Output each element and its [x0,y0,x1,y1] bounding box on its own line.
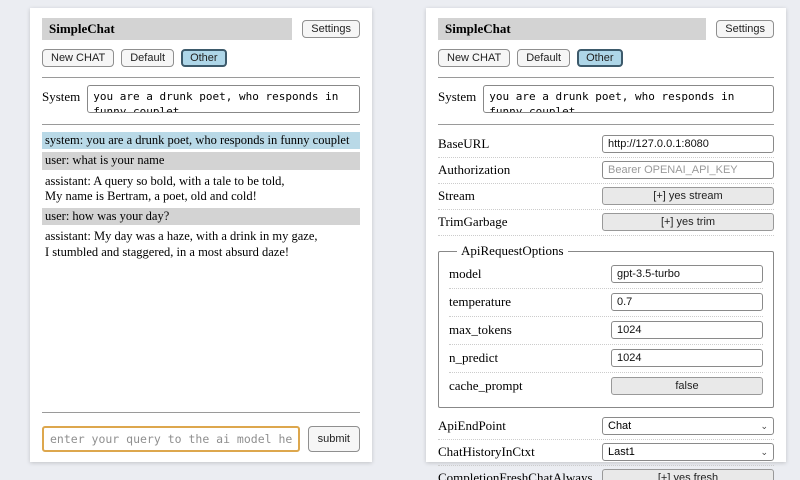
chat-message-assistant: assistant: My day was a haze, with a dri… [42,228,360,261]
divider [42,412,360,413]
baseurl-input[interactable] [602,135,774,153]
new-chat-button[interactable]: New CHAT [42,49,114,67]
system-label: System [42,85,80,105]
chat-history-in-ctxt-label: ChatHistoryInCtxt [438,444,602,460]
divider [438,124,774,125]
header-bar: SimpleChat Settings [42,18,360,40]
session-tabs: New CHAT Default Other [438,49,774,67]
max-tokens-input[interactable] [611,321,763,339]
divider [438,77,774,78]
temperature-input[interactable] [611,293,763,311]
api-endpoint-selected-value: Chat [608,420,631,432]
divider [42,124,360,125]
completion-fresh-chat-always-toggle-button[interactable]: [+] yes fresh [602,469,774,480]
divider [42,77,360,78]
max-tokens-label: max_tokens [449,322,611,338]
chat-message-user: user: how was your day? [42,208,360,225]
api-request-options-legend: ApiRequestOptions [457,243,568,259]
trimgarbage-toggle-button[interactable]: [+] yes trim [602,213,774,231]
authorization-input[interactable] [602,161,774,179]
setting-row-baseurl: BaseURL [438,132,774,158]
chevron-down-icon: ⌄ [760,448,768,457]
setting-row-model: model [449,261,763,289]
completion-fresh-chat-always-label: CompletionFreshChatAlways [438,470,602,480]
api-request-options-fieldset: ApiRequestOptions model temperature max_… [438,243,774,408]
stream-label: Stream [438,188,602,204]
settings-panel: SimpleChat Settings New CHAT Default Oth… [426,8,786,462]
chat-history-selected-value: Last1 [608,446,635,458]
model-input[interactable] [611,265,763,283]
settings-button[interactable]: Settings [716,20,774,38]
system-prompt-textarea[interactable]: you are a drunk poet, who responds in fu… [87,85,360,113]
temperature-label: temperature [449,294,611,310]
baseurl-label: BaseURL [438,136,602,152]
session-tab-default[interactable]: Default [121,49,174,67]
api-endpoint-select[interactable]: Chat ⌄ [602,417,774,435]
authorization-label: Authorization [438,162,602,178]
cache-prompt-toggle-button[interactable]: false [611,377,763,395]
setting-row-chat-history-in-ctxt: ChatHistoryInCtxt Last1 ⌄ [438,440,774,466]
stream-toggle-button[interactable]: [+] yes stream [602,187,774,205]
model-label: model [449,266,611,282]
chat-message-user: user: what is your name [42,152,360,169]
setting-row-trimgarbage: TrimGarbage [+] yes trim [438,210,774,236]
system-prompt-row: System you are a drunk poet, who respond… [42,85,360,113]
setting-row-n-predict: n_predict [449,345,763,373]
setting-row-temperature: temperature [449,289,763,317]
api-endpoint-label: ApiEndPoint [438,418,602,434]
new-chat-button[interactable]: New CHAT [438,49,510,67]
system-prompt-textarea[interactable]: you are a drunk poet, who responds in fu… [483,85,774,113]
app-title: SimpleChat [42,18,292,40]
cache-prompt-label: cache_prompt [449,378,611,394]
app-title: SimpleChat [438,18,706,40]
submit-button[interactable]: submit [308,426,360,452]
empty-space [42,261,360,409]
setting-row-stream: Stream [+] yes stream [438,184,774,210]
trimgarbage-label: TrimGarbage [438,214,602,230]
chat-history-in-ctxt-select[interactable]: Last1 ⌄ [602,443,774,461]
n-predict-label: n_predict [449,350,611,366]
chat-message-assistant: assistant: A query so bold, with a tale … [42,173,360,206]
setting-row-completion-fresh-chat-always: CompletionFreshChatAlways [+] yes fresh [438,466,774,480]
session-tab-default[interactable]: Default [517,49,570,67]
n-predict-input[interactable] [611,349,763,367]
system-prompt-row: System you are a drunk poet, who respond… [438,85,774,113]
session-tabs: New CHAT Default Other [42,49,360,67]
session-tab-other[interactable]: Other [577,49,623,67]
system-label: System [438,85,476,105]
chat-message-system: system: you are a drunk poet, who respon… [42,132,360,149]
query-input[interactable] [42,426,300,452]
chat-panel: SimpleChat Settings New CHAT Default Oth… [30,8,372,462]
settings-button[interactable]: Settings [302,20,360,38]
chat-message-list: system: you are a drunk poet, who respon… [42,132,360,261]
header-bar: SimpleChat Settings [438,18,774,40]
setting-row-authorization: Authorization [438,158,774,184]
session-tab-other[interactable]: Other [181,49,227,67]
setting-row-api-endpoint: ApiEndPoint Chat ⌄ [438,414,774,440]
setting-row-cache-prompt: cache_prompt false [449,373,763,400]
setting-row-max-tokens: max_tokens [449,317,763,345]
query-row: submit [42,426,360,452]
chevron-down-icon: ⌄ [760,422,768,431]
